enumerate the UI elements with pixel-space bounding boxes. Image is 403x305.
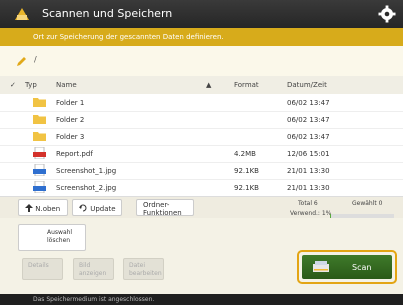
path-bar: / [0, 46, 403, 76]
scan-save-app-icon [15, 8, 29, 20]
table-row[interactable]: Folder 1 06/02 13:47 [0, 94, 403, 112]
selected-count: Gewählt 0 [352, 200, 383, 207]
folder-functions-label-1: Ordner- [143, 201, 170, 209]
refresh-icon [79, 204, 87, 212]
sort-ascending-icon: ▲ [206, 81, 212, 89]
folder-icon [33, 98, 46, 107]
up-arrow-icon [25, 204, 33, 212]
view-image-label-2: anzeigen [79, 270, 107, 277]
details-label: Details [28, 262, 49, 269]
file-list: Folder 1 06/02 13:47 Folder 2 06/02 13:4… [0, 94, 403, 197]
edit-file-label-2: bearbeiten [129, 270, 162, 277]
title-bar: Scannen und Speichern [0, 0, 403, 28]
update-button[interactable]: Update [72, 199, 122, 216]
format-column-header[interactable]: Format [234, 81, 259, 89]
details-button[interactable]: Details [22, 258, 63, 280]
total-count: Total 6 [298, 200, 318, 207]
scan-button[interactable]: Scan [297, 250, 397, 284]
scan-button-face: Scan [302, 255, 392, 279]
date-column-header[interactable]: Datum/Zeit [287, 81, 327, 89]
clear-selection-label-1: Auswahl [47, 229, 73, 236]
status-bar: Das Speichermedium ist angeschlossen. [0, 294, 403, 305]
folder-functions-label-2: Funktionen [143, 209, 182, 217]
folder-icon [33, 132, 46, 141]
table-row[interactable]: Folder 3 06/02 13:47 [0, 128, 403, 146]
scan-button-label: Scan [352, 263, 372, 272]
table-row[interactable]: Report.pdf 4.2MB 12/06 15:01 [0, 145, 403, 163]
name-column-header[interactable]: Name [56, 81, 77, 89]
table-row[interactable]: Screenshot_2.jpg 92.1KB 21/01 13:30 [0, 179, 403, 197]
window-title: Scannen und Speichern [42, 7, 173, 20]
image-icon [33, 164, 46, 176]
current-path: / [34, 55, 37, 64]
pencil-icon [17, 57, 26, 66]
instruction-banner: Ort zur Speicherung der gescannten Daten… [0, 28, 403, 46]
folder-icon [33, 115, 46, 124]
edit-file-button[interactable]: Datei bearbeiten [123, 258, 164, 280]
table-row[interactable]: Folder 2 06/02 13:47 [0, 111, 403, 129]
pdf-icon [33, 147, 46, 159]
folder-functions-button[interactable]: Ordner- Funktionen [136, 199, 194, 217]
up-button[interactable]: N.oben [18, 199, 68, 216]
table-row[interactable]: Screenshot_1.jpg 92.1KB 21/01 13:30 [0, 162, 403, 180]
table-header: ✓ Typ Name ▲ Format Datum/Zeit [0, 76, 403, 94]
scanner-icon [313, 261, 329, 272]
view-image-label-1: Bild [79, 262, 91, 269]
up-button-label: N.oben [35, 205, 61, 213]
clear-selection-label-2: löschen [47, 237, 71, 244]
view-image-button[interactable]: Bild anzeigen [73, 258, 114, 280]
edit-file-label-1: Datei [129, 262, 146, 269]
type-column-header[interactable]: Typ [25, 81, 37, 89]
storage-used-text: Verwend.: 1% [290, 210, 332, 217]
clear-selection-button[interactable]: Auswahl löschen [18, 224, 86, 251]
check-column-header[interactable]: ✓ [10, 81, 16, 89]
gear-icon[interactable] [377, 4, 397, 24]
image-icon [33, 181, 46, 193]
update-button-label: Update [90, 205, 116, 213]
